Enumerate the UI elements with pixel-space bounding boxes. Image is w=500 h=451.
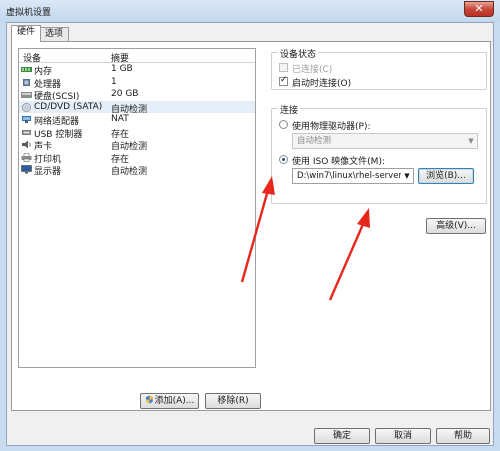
help-button[interactable]: 帮助 [436,428,490,444]
cancel-button[interactable]: 取消 [375,428,431,444]
hardware-panel: 设备 摘要 内存 1 GB 处理器 1 硬盘(SCSI) 20 GB CD/DV… [11,41,491,411]
tab-hardware-label: 硬件 [17,27,36,37]
annotation-arrows [240,176,370,301]
annotation-arrow-left [240,176,275,283]
close-icon: ✕ [474,2,484,15]
ok-button[interactable]: 确定 [314,428,370,444]
tab-options-label: 选项 [45,29,64,39]
window-title: 虚拟机设置 [6,8,52,18]
annotation-arrow-right [328,208,370,301]
dialog-client: 硬件 选项 设备 摘要 内存 1 GB 处理器 1 硬盘(SCSI) 20 GB [6,22,494,446]
close-button[interactable]: ✕ [464,1,494,17]
tab-options[interactable]: 选项 [39,27,70,41]
window-titlebar: 虚拟机设置 ✕ [0,0,500,22]
tab-hardware[interactable]: 硬件 [11,25,42,42]
